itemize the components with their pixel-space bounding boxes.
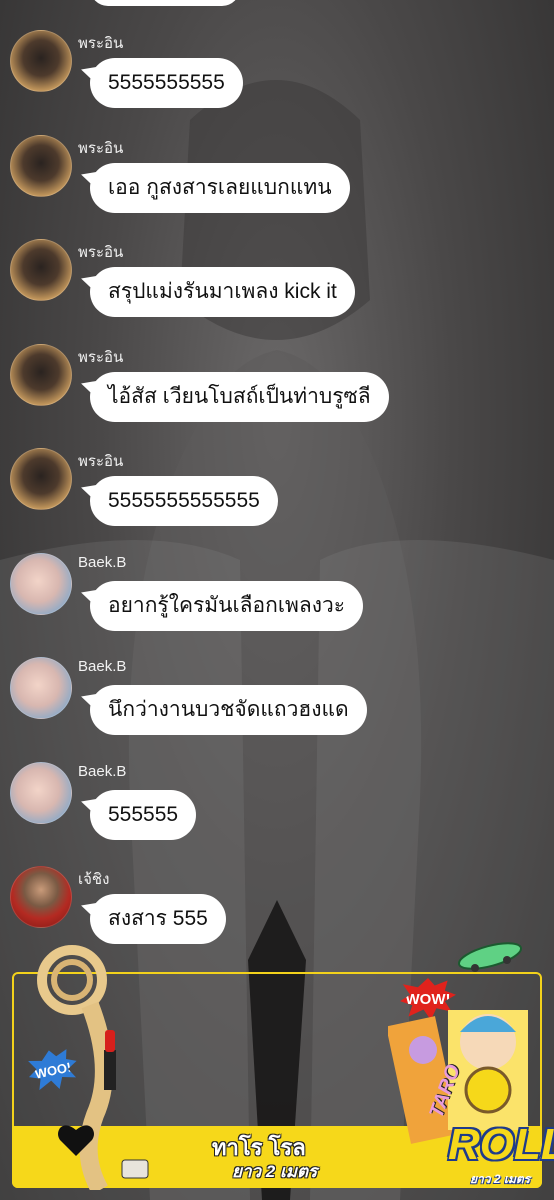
avatar[interactable] [10, 448, 72, 510]
lipstick-icon [104, 1030, 116, 1090]
username: Baek.B [78, 763, 127, 780]
avatar[interactable] [10, 866, 72, 928]
chat-message: พระอิน 5555555555 [0, 30, 554, 130]
avatar[interactable] [10, 657, 72, 719]
heart-icon [58, 1125, 94, 1156]
ad-subtitle: ยาว 2 เมตร [232, 1162, 318, 1181]
chat-message: Baek.B นึกว่างานบวชจัดแถวฮงแด [0, 657, 554, 757]
message-bubble: 5555555555555 [90, 476, 278, 526]
message-bubble: สรุปแม่งรันมาเพลง kick it [90, 267, 355, 317]
avatar[interactable] [10, 239, 72, 301]
message-bubble: อยากรู้ใครมันเลือกเพลงวะ [90, 581, 364, 631]
avatar[interactable] [10, 762, 72, 824]
avatar[interactable] [10, 344, 72, 406]
chat-message: พระอินไอ้สัส เวียนโบสถ์เป็นท่าบรูซลี [0, 344, 554, 444]
chat-message: Baek.B อยากรู้ใครมันเลือกเพลงวะ [0, 553, 554, 653]
brand-sub: ยาว 2 เมตร [470, 1172, 531, 1186]
username: พระอิน [78, 349, 124, 366]
message-bubble: เออ กูสงสารเลยแบกแทน [90, 163, 350, 213]
message-bubble: สงสาร 555 [90, 894, 226, 944]
chat-message: Baek.B 555555 [0, 762, 554, 862]
username: พระอิน [78, 140, 124, 157]
brand-logo: ROLL [448, 1120, 554, 1169]
message-bubble: 555555 [90, 790, 197, 840]
username: พระอิน [78, 453, 124, 470]
message-bubble: ไอ้สัส เวียนโบสถ์เป็นท่าบรูซลี [90, 372, 389, 422]
message-bubble: นึกว่างานบวชจัดแถวฮงแด [90, 685, 367, 735]
chat-message: พระอิน 5555555555555 [0, 448, 554, 548]
skateboard-icon [457, 942, 523, 972]
username: เจ้ชิง [78, 871, 110, 888]
chat-message: พระอินสรุปแม่งรันมาเพลง kick it [0, 239, 554, 339]
chat-message: พระอินเออ กูสงสารเลยแบกแทน [0, 135, 554, 235]
phone-icon [121, 1159, 149, 1179]
avatar[interactable] [10, 135, 72, 197]
username: Baek.B [78, 554, 127, 571]
username: Baek.B [78, 658, 127, 675]
avatar[interactable] [10, 553, 72, 615]
username: พระอิน [78, 244, 124, 261]
username: พระอิน [78, 35, 124, 52]
previous-message-bubble [90, 0, 240, 6]
avatar[interactable] [10, 30, 72, 92]
message-bubble: 5555555555 [90, 58, 243, 108]
